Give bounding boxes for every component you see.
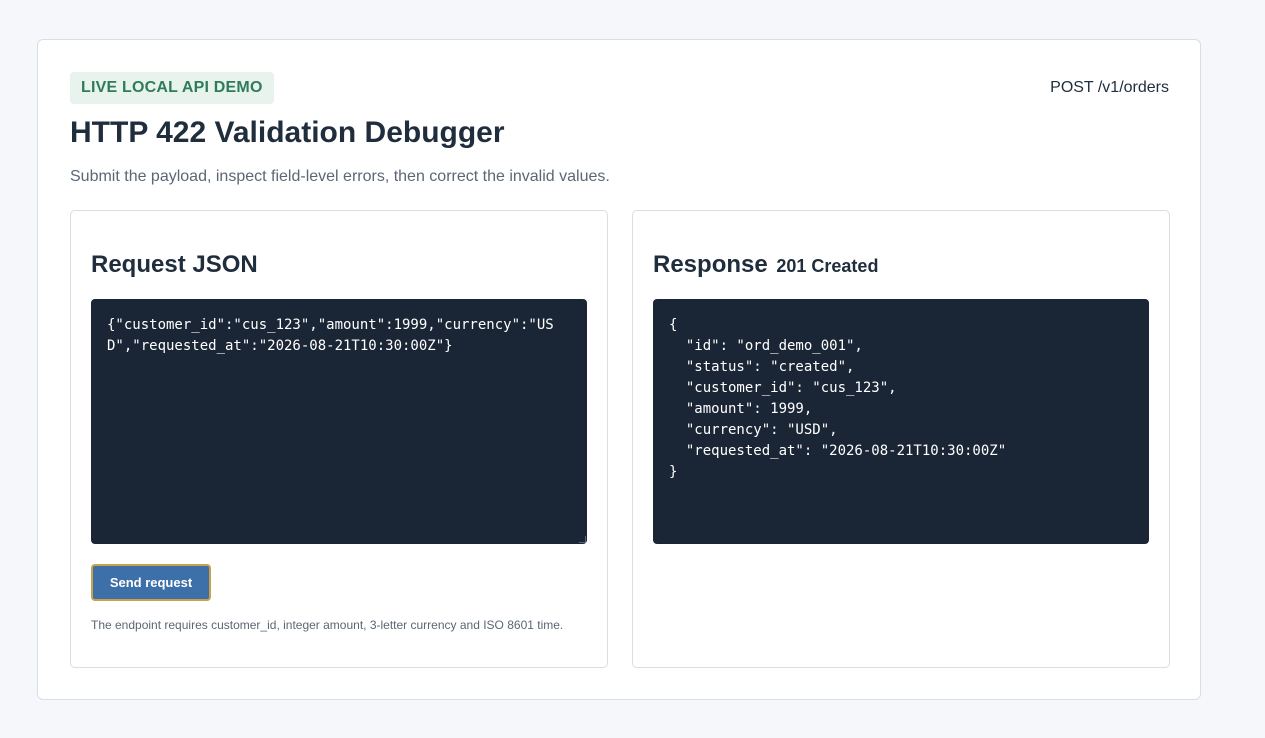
send-request-button[interactable]: Send request (91, 564, 211, 601)
debugger-card: LIVE LOCAL API DEMO POST /v1/orders HTTP… (37, 39, 1201, 700)
request-panel-title: Request JSON (91, 251, 258, 278)
response-title-label: Response (653, 251, 768, 278)
page-title: HTTP 422 Validation Debugger (70, 116, 505, 149)
response-json-viewer: { "id": "ord_demo_001", "status": "creat… (653, 299, 1149, 544)
request-helper-text: The endpoint requires customer_id, integ… (91, 618, 564, 632)
resize-handle[interactable] (579, 536, 586, 543)
page-subtitle: Submit the payload, inspect field-level … (70, 168, 610, 185)
response-panel-title: Response 201 Created (653, 251, 878, 279)
request-json-editor[interactable]: {"customer_id":"cus_123","amount":1999,"… (91, 299, 587, 544)
live-demo-badge: LIVE LOCAL API DEMO (70, 72, 274, 104)
request-panel: Request JSON {"customer_id":"cus_123","a… (70, 210, 608, 668)
endpoint-label: POST /v1/orders (1050, 79, 1169, 96)
response-panel: Response 201 Created { "id": "ord_demo_0… (632, 210, 1170, 668)
response-status-badge: 201 Created (776, 256, 879, 276)
